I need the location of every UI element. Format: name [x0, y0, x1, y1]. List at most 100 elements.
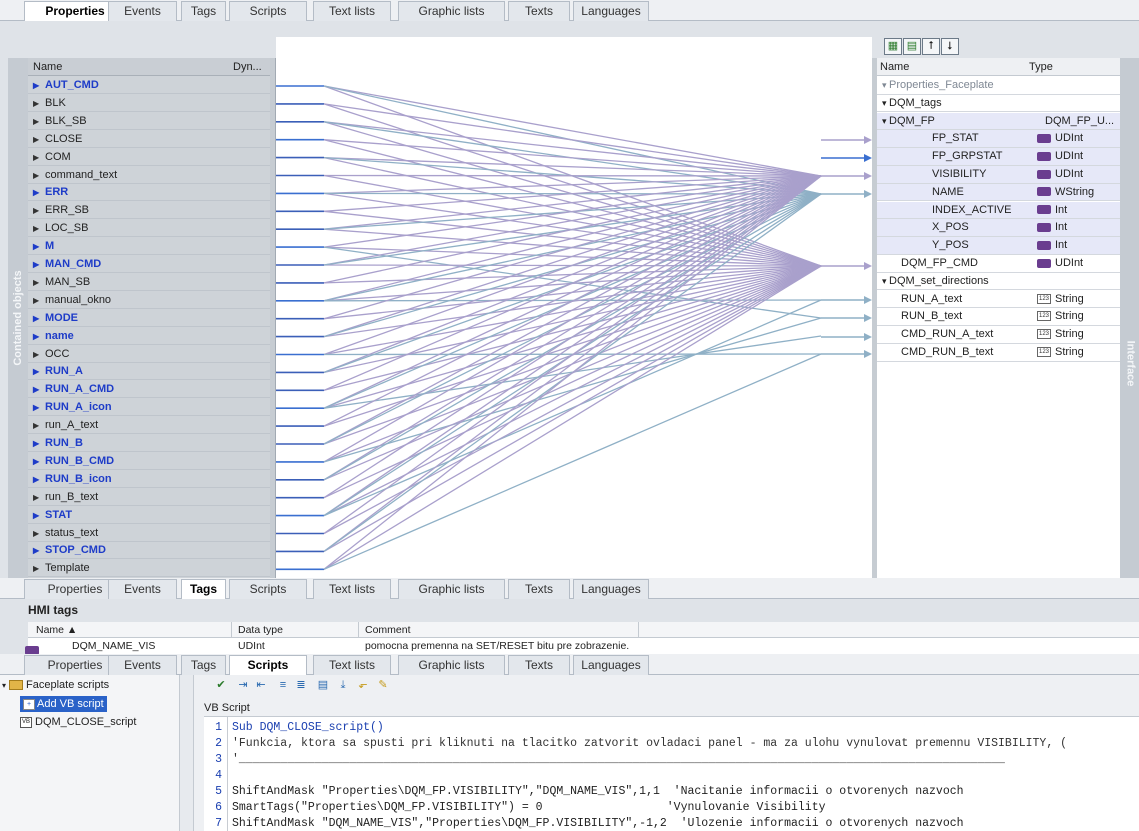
move-up-icon[interactable]: ⭡ — [922, 38, 940, 55]
contained-object-loc-sb[interactable]: ▶ LOC_SB — [28, 220, 270, 238]
contained-object-run-b-cmd[interactable]: ▶ RUN_B_CMD — [28, 453, 270, 470]
outdent-icon[interactable]: ⇤ — [254, 678, 268, 693]
contained-object-man-sb[interactable]: ▶ MAN_SB — [28, 274, 270, 291]
contained-object-manual-okno[interactable]: ▶ manual_okno — [28, 292, 270, 309]
interface-row-run-a-text[interactable]: RUN_A_text 123 String — [877, 291, 1120, 309]
top-tab-tags[interactable]: Tags — [181, 1, 226, 21]
top-tab-graphic-lists[interactable]: Graphic lists — [398, 1, 505, 21]
interface-row-index-active[interactable]: INDEX_ACTIVE Int — [877, 201, 1120, 220]
contained-object-close[interactable]: ▶ CLOSE — [28, 131, 270, 148]
expand-arrow-icon[interactable]: ▶ — [33, 435, 45, 452]
bottom-tab-texts[interactable]: Texts — [508, 655, 570, 675]
uncomment-icon[interactable]: ≣ — [294, 678, 308, 693]
expand-arrow-icon[interactable]: ▶ — [33, 238, 45, 255]
top-tab-text-lists[interactable]: Text lists — [313, 1, 391, 21]
contained-object-aut-cmd[interactable]: ▶ AUT_CMD — [28, 77, 270, 94]
bookmark-clear-icon[interactable]: ✎ — [376, 678, 390, 693]
contained-object-template[interactable]: ▶ Template — [28, 560, 270, 578]
contained-object-run-b[interactable]: ▶ RUN_B — [28, 435, 270, 452]
contained-object-err[interactable]: ▶ ERR — [28, 184, 270, 202]
expand-arrow-icon[interactable]: ▶ — [33, 525, 45, 542]
interface-row-run-b-text[interactable]: RUN_B_text 123 String — [877, 308, 1120, 326]
mid-tab-events[interactable]: Events — [108, 579, 177, 599]
mid-tab-languages[interactable]: Languages — [573, 579, 649, 599]
bookmark-prev-icon[interactable]: ⬐ — [356, 678, 370, 693]
expand-arrow-icon[interactable]: ▶ — [33, 310, 45, 327]
contained-object-occ[interactable]: ▶ OCC — [28, 346, 270, 363]
contained-object-blk[interactable]: ▶ BLK — [28, 95, 270, 112]
contained-object-name[interactable]: ▶ name — [28, 328, 270, 345]
contained-object-com[interactable]: ▶ COM — [28, 149, 270, 166]
expand-arrow-icon[interactable]: ▶ — [33, 542, 45, 559]
interface-row-dqm-tags[interactable]: ▾ DQM_tags — [877, 95, 1120, 113]
expand-arrow-icon[interactable]: ▶ — [33, 149, 45, 166]
interface-row-properties-faceplate[interactable]: ▾ Properties_Faceplate — [877, 77, 1120, 95]
contained-object-status-text[interactable]: ▶ status_text — [28, 525, 270, 542]
expand-arrow-icon[interactable]: ▶ — [33, 417, 45, 434]
contained-object-m[interactable]: ▶ M — [28, 238, 270, 256]
bottom-tab-languages[interactable]: Languages — [573, 655, 649, 675]
interface-row-fp-grpstat[interactable]: FP_GRPSTAT UDInt — [877, 148, 1120, 166]
contained-object-stat[interactable]: ▶ STAT — [28, 507, 270, 524]
expand-arrow-icon[interactable]: ▶ — [33, 256, 45, 273]
col-dyn-header[interactable]: Dyn... — [233, 58, 262, 76]
collapse-arrow-icon[interactable]: ▾ — [882, 116, 889, 126]
interface-col-name[interactable]: Name — [880, 58, 909, 76]
comment-icon[interactable]: ≡ — [276, 678, 290, 693]
expand-arrow-icon[interactable]: ▶ — [33, 381, 45, 398]
expand-arrow-icon[interactable]: ▶ — [33, 328, 45, 345]
expand-arrow-icon[interactable]: ▶ — [33, 399, 45, 416]
contained-object-err-sb[interactable]: ▶ ERR_SB — [28, 202, 270, 220]
contained-objects-sidebar[interactable]: Contained objects — [8, 58, 28, 578]
add-struct-icon[interactable]: ▤ — [903, 38, 921, 55]
collapse-arrow-icon[interactable]: ▾ — [882, 80, 889, 90]
contained-object-mode[interactable]: ▶ MODE — [28, 310, 270, 327]
contained-object-run-a[interactable]: ▶ RUN_A — [28, 363, 270, 381]
expand-arrow-icon[interactable]: ▶ — [33, 202, 45, 219]
move-down-icon[interactable]: ⭣ — [941, 38, 959, 55]
interface-row-visibility[interactable]: VISIBILITY UDInt — [877, 166, 1120, 184]
expand-arrow-icon[interactable]: ▶ — [33, 274, 45, 291]
top-tab-languages[interactable]: Languages — [573, 1, 649, 21]
add-icon[interactable]: ▦ — [884, 38, 902, 55]
expand-arrow-icon[interactable]: ▶ — [33, 95, 45, 112]
expand-arrow-icon[interactable]: ▶ — [33, 220, 45, 237]
interface-row-name[interactable]: NAME WString — [877, 183, 1120, 202]
contained-object-run-a-text[interactable]: ▶ run_A_text — [28, 417, 270, 435]
expand-arrow-icon[interactable]: ▶ — [33, 471, 45, 488]
interface-row-x-pos[interactable]: X_POS Int — [877, 219, 1120, 237]
expand-arrow-icon[interactable]: ▶ — [33, 507, 45, 524]
contained-object-blk-sb[interactable]: ▶ BLK_SB — [28, 113, 270, 130]
contained-object-run-a-cmd[interactable]: ▶ RUN_A_CMD — [28, 381, 270, 399]
interface-row-y-pos[interactable]: Y_POS Int — [877, 237, 1120, 255]
bookmark-icon[interactable]: ▤ — [316, 678, 330, 693]
expand-arrow-icon[interactable]: ▶ — [33, 489, 45, 506]
expand-arrow-icon[interactable]: ▶ — [33, 453, 45, 470]
top-tab-scripts[interactable]: Scripts — [229, 1, 307, 21]
mid-tab-graphic-lists[interactable]: Graphic lists — [398, 579, 505, 599]
interface-row-dqm-set-directions[interactable]: ▾ DQM_set_directions — [877, 273, 1120, 291]
contained-object-run-a-icon[interactable]: ▶ RUN_A_icon — [28, 399, 270, 417]
bottom-tab-scripts[interactable]: Scripts — [229, 655, 307, 675]
expand-arrow-icon[interactable]: ▶ — [33, 113, 45, 130]
bottom-tab-events[interactable]: Events — [108, 655, 177, 675]
contained-object-command-text[interactable]: ▶ command_text — [28, 167, 270, 184]
expand-arrow-icon[interactable]: ▶ — [33, 363, 45, 380]
bottom-tab-graphic-lists[interactable]: Graphic lists — [398, 655, 505, 675]
mid-tab-texts[interactable]: Texts — [508, 579, 570, 599]
expand-arrow-icon[interactable]: ▶ — [33, 560, 45, 577]
collapse-arrow-icon[interactable]: ▾ — [882, 98, 889, 108]
expand-arrow-icon[interactable]: ▶ — [33, 167, 45, 184]
expand-arrow-icon[interactable]: ▶ — [33, 346, 45, 363]
expand-arrow-icon[interactable]: ▶ — [33, 77, 45, 94]
interface-row-dqm-fp[interactable]: ▾ DQM_FP DQM_FP_U... — [877, 112, 1120, 131]
top-tab-events[interactable]: Events — [108, 1, 177, 21]
mid-tab-tags[interactable]: Tags — [181, 579, 226, 599]
interface-col-type[interactable]: Type — [1029, 58, 1053, 76]
hmi-col-type[interactable]: Data type — [238, 622, 283, 638]
contained-object-run-b-text[interactable]: ▶ run_B_text — [28, 489, 270, 506]
add-vb-script-item[interactable]: + Add VB script — [20, 696, 107, 712]
script-splitter[interactable] — [180, 675, 194, 831]
hmi-col-name[interactable]: Name ▲ — [36, 622, 77, 638]
contained-object-stop-cmd[interactable]: ▶ STOP_CMD — [28, 542, 270, 560]
